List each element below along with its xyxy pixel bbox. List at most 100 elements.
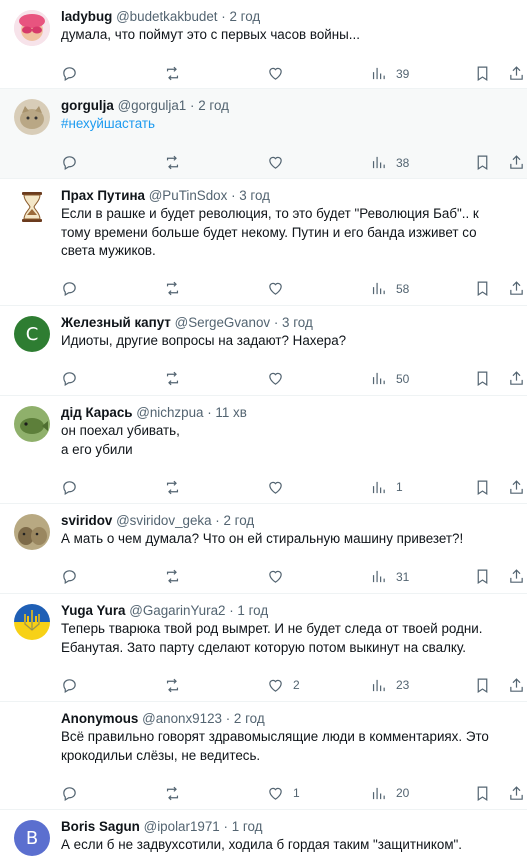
user-handle[interactable]: @SergeGvanov — [175, 315, 270, 330]
tweet[interactable]: sviridov @sviridov_geka · 2 год А мать о… — [0, 504, 527, 594]
share-button[interactable] — [508, 272, 525, 306]
bookmark-button[interactable] — [474, 668, 491, 702]
timestamp[interactable]: 3 год — [282, 315, 313, 330]
timestamp[interactable]: 2 год — [234, 711, 265, 726]
reply-button[interactable] — [61, 560, 78, 594]
avatar[interactable] — [14, 10, 50, 46]
user-handle[interactable]: @anonx9123 — [142, 711, 222, 726]
share-button[interactable] — [508, 470, 525, 504]
avatar[interactable] — [14, 189, 50, 225]
like-button[interactable]: 2 — [267, 668, 300, 702]
display-name[interactable]: Boris Sagun — [61, 819, 140, 834]
retweet-button[interactable] — [164, 57, 181, 91]
bookmark-button[interactable] — [474, 560, 491, 594]
share-button[interactable] — [508, 560, 525, 594]
like-button[interactable]: 1 — [267, 776, 300, 810]
views-button[interactable]: 50 — [370, 362, 409, 396]
share-icon — [510, 66, 523, 80]
timestamp[interactable]: 1 год — [232, 819, 263, 834]
reply-icon — [63, 156, 76, 170]
timestamp[interactable]: 3 год — [239, 188, 270, 203]
tweet[interactable]: C Железный капут @SergeGvanov · 3 год Ид… — [0, 306, 527, 396]
tweet[interactable]: Прах Путина @PuTinSdox · 3 год Если в ра… — [0, 179, 527, 306]
views-button[interactable]: 39 — [370, 57, 409, 91]
like-button[interactable] — [267, 146, 293, 180]
bookmark-button[interactable] — [474, 57, 491, 91]
reply-button[interactable] — [61, 57, 78, 91]
user-handle[interactable]: @GagarinYura2 — [129, 603, 225, 618]
display-name[interactable]: дід Карась — [61, 405, 133, 420]
user-handle[interactable]: @sviridov_geka — [116, 513, 211, 528]
like-button[interactable] — [267, 57, 293, 91]
display-name[interactable]: Yuga Yura — [61, 603, 126, 618]
reply-button[interactable] — [61, 470, 78, 504]
display-name[interactable]: Железный капут — [61, 315, 171, 330]
heart-icon — [269, 282, 282, 295]
bookmark-button[interactable] — [474, 146, 491, 180]
reply-button[interactable] — [61, 146, 78, 180]
display-name[interactable]: ladybug — [61, 9, 112, 24]
user-handle[interactable]: @nichzpua — [136, 405, 203, 420]
timestamp[interactable]: 2 год — [224, 513, 255, 528]
reply-button[interactable] — [61, 668, 78, 702]
display-name[interactable]: gorgulja — [61, 98, 114, 113]
display-name[interactable]: Anonymous — [61, 711, 138, 726]
tweet[interactable]: Yuga Yura @GagarinYura2 · 1 год Теперь т… — [0, 594, 527, 702]
views-button[interactable]: 23 — [370, 668, 409, 702]
avatar[interactable] — [14, 604, 50, 640]
retweet-button[interactable] — [164, 362, 181, 396]
display-name[interactable]: sviridov — [61, 513, 112, 528]
reply-button[interactable] — [61, 362, 78, 396]
retweet-button[interactable] — [164, 470, 181, 504]
like-button[interactable] — [267, 470, 293, 504]
avatar[interactable]: B — [14, 820, 50, 856]
retweet-button[interactable] — [164, 776, 181, 810]
bookmark-button[interactable] — [474, 776, 491, 810]
bookmark-icon — [477, 786, 488, 801]
share-button[interactable] — [508, 146, 525, 180]
timestamp[interactable]: 2 год — [229, 9, 260, 24]
views-button[interactable]: 38 — [370, 146, 409, 180]
avatar[interactable] — [14, 514, 50, 550]
user-handle[interactable]: @PuTinSdox — [149, 188, 228, 203]
views-button[interactable]: 58 — [370, 272, 409, 306]
avatar-letter: C — [25, 323, 39, 345]
tweet[interactable]: ladybug @budetkakbudet · 2 год думала, ч… — [0, 0, 527, 89]
retweet-button[interactable] — [164, 146, 181, 180]
tweet[interactable]: B Boris Sagun @ipolar1971 · 1 год А если… — [0, 810, 527, 867]
timestamp[interactable]: 11 хв — [215, 405, 246, 420]
timestamp[interactable]: 1 год — [237, 603, 268, 618]
bookmark-button[interactable] — [474, 272, 491, 306]
retweet-button[interactable] — [164, 560, 181, 594]
timestamp[interactable]: 2 год — [198, 98, 229, 113]
user-handle[interactable]: @ipolar1971 — [144, 819, 220, 834]
like-button[interactable] — [267, 560, 293, 594]
share-button[interactable] — [508, 776, 525, 810]
views-button[interactable]: 20 — [370, 776, 409, 810]
like-button[interactable] — [267, 272, 293, 306]
share-button[interactable] — [508, 57, 525, 91]
tweet[interactable]: gorgulja @gorgulja1 · 2 год #нехуйшастат… — [0, 89, 527, 179]
reply-button[interactable] — [61, 776, 78, 810]
avatar[interactable] — [14, 99, 50, 135]
hashtag-link[interactable]: #нехуйшастать — [61, 115, 519, 134]
avatar[interactable] — [14, 712, 50, 748]
bookmark-button[interactable] — [474, 362, 491, 396]
tweet[interactable]: Anonymous @anonx9123 · 2 год Всё правиль… — [0, 702, 527, 810]
reply-button[interactable] — [61, 272, 78, 306]
like-button[interactable] — [267, 362, 293, 396]
avatar[interactable]: C — [14, 316, 50, 352]
user-handle[interactable]: @budetkakbudet — [116, 9, 217, 24]
view-count: 31 — [396, 569, 410, 584]
display-name[interactable]: Прах Путина — [61, 188, 145, 203]
avatar[interactable] — [14, 406, 50, 442]
tweet[interactable]: дід Карась @nichzpua · 11 хв он поехал у… — [0, 396, 527, 504]
share-button[interactable] — [508, 668, 525, 702]
retweet-button[interactable] — [164, 272, 181, 306]
views-button[interactable]: 31 — [370, 560, 409, 594]
share-button[interactable] — [508, 362, 525, 396]
bookmark-button[interactable] — [474, 470, 491, 504]
retweet-button[interactable] — [164, 668, 181, 702]
views-button[interactable]: 1 — [370, 470, 403, 504]
user-handle[interactable]: @gorgulja1 — [118, 98, 187, 113]
